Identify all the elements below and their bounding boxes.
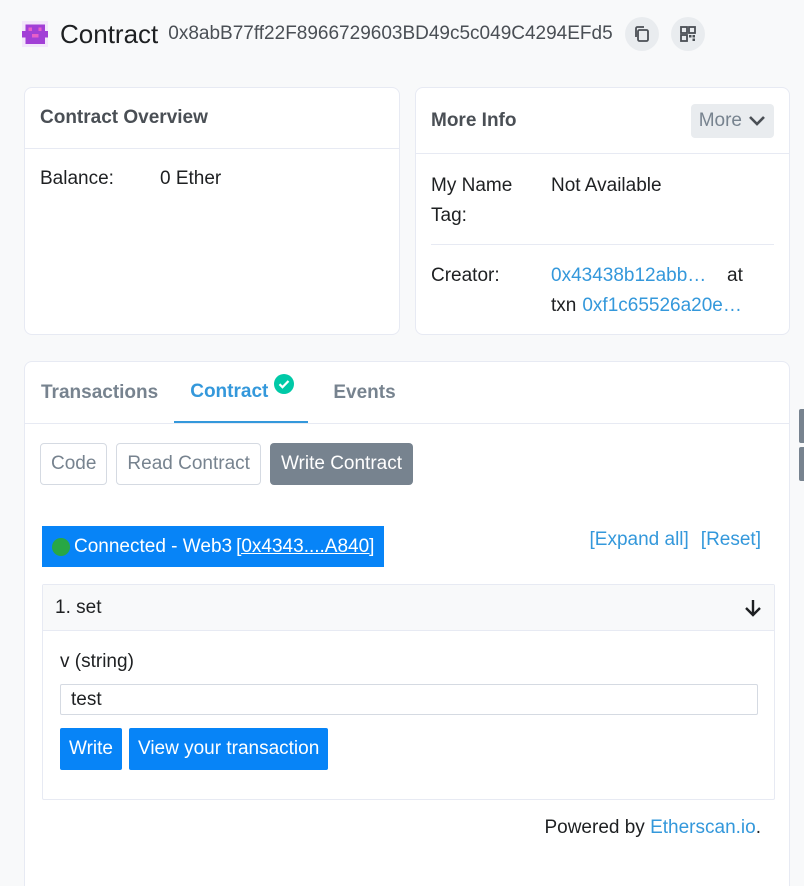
balance-label: Balance: [40,168,114,189]
web3-connected-button[interactable]: Connected - Web3 [0x4343....A840] [42,526,385,567]
write-button[interactable]: Write [60,728,122,770]
copy-icon [634,26,649,42]
page-title: Contract [60,18,159,49]
etherscan-link[interactable]: Etherscan.io [650,817,756,838]
more-dropdown-button[interactable]: More [690,103,774,138]
function-accordion: 1. set v (string) Write View your transa… [42,584,775,800]
powered-by-period: . [755,817,761,838]
more-button-label: More [698,109,742,131]
name-tag-row: My Name Tag: Not Available [431,171,774,231]
chevron-down-icon [749,115,765,126]
info-divider [431,244,774,245]
tab-contract[interactable]: Contract [174,362,309,423]
creator-row: Creator: 0x43438b12abb… at txn 0xf1c6552… [431,261,774,321]
qr-code-button[interactable] [670,17,705,51]
write-contract-button[interactable]: Write Contract [269,443,414,485]
contract-tabs-card: Transactions Contract Events Code Read C… [24,361,790,886]
balance-value: 0 Ether [160,168,222,189]
function-actions: Write View your transaction [60,728,329,770]
param-label: v (string) [60,651,134,672]
tab-contract-label: Contract [190,380,269,402]
contract-overview-title: Contract Overview [25,88,399,149]
contract-avatar-icon [22,21,48,47]
side-tab-handle[interactable] [799,447,804,481]
tab-transactions[interactable]: Transactions [25,362,174,423]
read-contract-button[interactable]: Read Contract [116,443,261,485]
at-text: at [727,265,743,286]
function-title: 1. set [55,596,102,618]
qr-code-icon [679,26,696,42]
more-info-header: More Info More [416,88,789,154]
arrow-down-icon [745,599,761,617]
function-header[interactable]: 1. set [43,585,774,631]
expand-all-link[interactable]: [Expand all] [590,529,689,551]
verified-check-icon [274,374,295,394]
view-transaction-button[interactable]: View your transaction [128,728,329,770]
tab-events[interactable]: Events [317,362,411,423]
creator-txn-link[interactable]: 0xf1c65526a20e… [582,291,752,321]
more-info-title: More Info [431,109,517,131]
param-input[interactable] [60,684,758,715]
copy-address-button[interactable] [624,17,659,51]
side-tab-handle[interactable] [799,409,804,443]
contract-view-buttons: Code Read Contract Write Contract [40,443,414,485]
balance-row: Balance: 0 Ether [40,168,221,190]
powered-by: Powered by Etherscan.io. [544,817,761,839]
accordion-controls: [Expand all] [Reset] [590,529,762,551]
connected-account: [0x4343....A840] [236,535,375,557]
reset-link[interactable]: [Reset] [701,529,761,551]
code-button[interactable]: Code [40,443,108,485]
connected-label: Connected - Web3 [74,535,233,557]
contract-address: 0x8abB77ff22F8966729603BD49c5c049C4294EF… [168,23,613,44]
powered-by-text: Powered by [544,817,651,838]
page-header: Contract 0x8abB77ff22F8966729603BD49c5c0… [22,14,705,54]
tab-bar: Transactions Contract Events [25,362,789,424]
name-tag-label: My Name Tag: [431,171,551,231]
creator-value: 0x43438b12abb… at txn 0xf1c65526a20e… [551,261,766,321]
connected-status-icon [52,537,70,556]
creator-address-link[interactable]: 0x43438b12abb… [551,261,721,291]
contract-overview-card: Contract Overview Balance: 0 Ether [24,87,400,335]
name-tag-value: Not Available [551,175,662,196]
creator-label: Creator: [431,265,500,286]
name-tag-label-line1: My Name [431,175,513,196]
txn-text: txn [551,295,577,316]
more-info-card: More Info More My Name Tag: Not Availabl… [415,87,790,335]
name-tag-label-line2: Tag: [431,205,467,226]
